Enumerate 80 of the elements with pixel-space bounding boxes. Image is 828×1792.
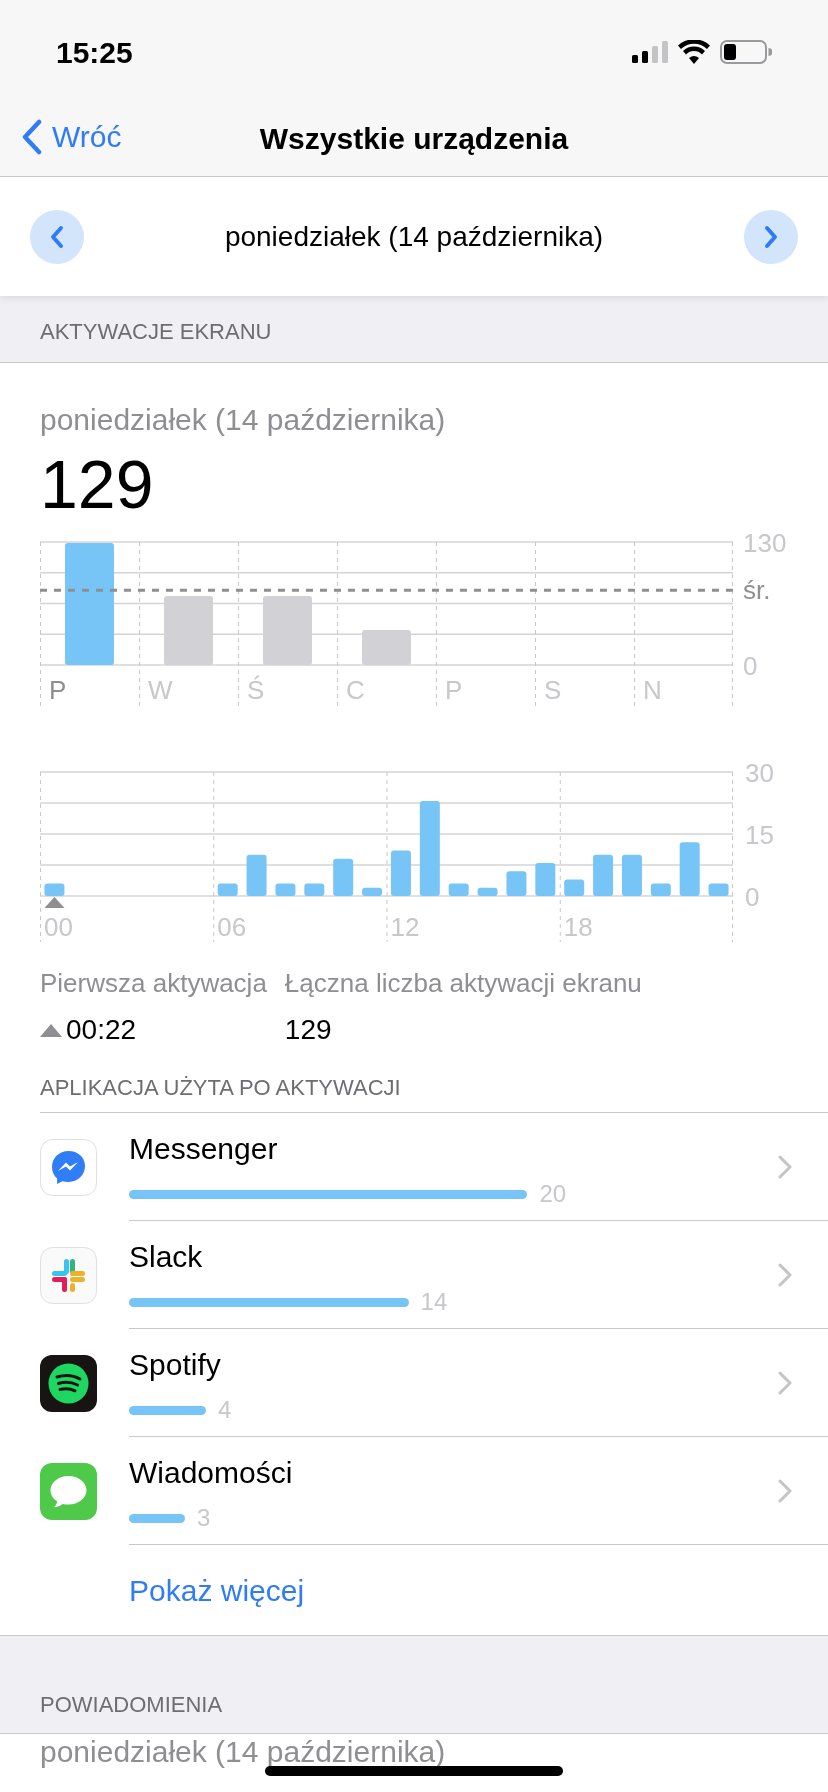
- day-label: S: [544, 675, 562, 705]
- app-name: Messenger: [129, 1131, 279, 1167]
- bar: [708, 883, 729, 896]
- nav-title: Wszystkie urządzenia: [259, 120, 569, 157]
- chevron-right-icon: [764, 224, 778, 249]
- status-time: 15:25: [56, 34, 133, 71]
- bar: [506, 871, 527, 896]
- stat-label: Pierwsza aktywacja: [40, 967, 267, 1000]
- chat-bubble-icon: [40, 1138, 97, 1196]
- average-label: śr.: [743, 575, 771, 606]
- chevron-icon: [778, 1262, 792, 1287]
- hour-label: 18: [563, 912, 593, 942]
- summary-date: poniedziałek (14 października): [40, 402, 447, 438]
- bar: [217, 883, 238, 896]
- bar: [246, 854, 267, 896]
- day-label: Ś: [247, 675, 265, 705]
- sound-waves-icon: [40, 1354, 97, 1412]
- app-name: Wiadomości: [129, 1455, 294, 1491]
- bar: [275, 883, 296, 896]
- axis-tick: 130: [743, 534, 787, 558]
- section-header: POWIADOMIENIA: [40, 1691, 223, 1719]
- bar: [564, 879, 585, 896]
- hour-label: 06: [217, 912, 247, 942]
- bar: [477, 887, 498, 896]
- section-header: AKTYWACJE EKRANU: [40, 318, 272, 346]
- app-row[interactable]: Messenger 20: [40, 1113, 828, 1221]
- show-more-link[interactable]: Pokaż więcej: [129, 1567, 305, 1613]
- bar: [448, 883, 469, 896]
- bar: [333, 858, 354, 896]
- stat-label: Łączna liczba aktywacji ekranu: [284, 967, 642, 1000]
- hash-icon: [40, 1246, 97, 1304]
- chevron-left-icon: [22, 118, 42, 155]
- day-label: P: [49, 675, 67, 705]
- usage-count: 3: [196, 1505, 211, 1531]
- total-count: 129: [40, 445, 155, 524]
- hour-label: 00: [44, 912, 73, 942]
- bar: [390, 850, 411, 896]
- app-row[interactable]: Slack 14: [40, 1221, 828, 1329]
- bar: [535, 862, 556, 896]
- axis-tick: 0: [743, 651, 758, 681]
- usage-count: 4: [217, 1397, 232, 1423]
- stat-value: 129: [284, 1013, 332, 1047]
- bar: [650, 883, 671, 896]
- bar: [362, 887, 383, 896]
- day-label: N: [643, 675, 662, 705]
- signal-icon: [632, 41, 668, 63]
- day-label: C: [346, 675, 365, 705]
- back-button[interactable]: Wróć: [22, 114, 122, 159]
- axis-tick: 15: [745, 820, 774, 850]
- chevron-icon: [778, 1478, 792, 1503]
- date-label: poniedziałek (14 października): [224, 219, 604, 254]
- app-row[interactable]: Wiadomości 3: [40, 1437, 828, 1545]
- previous-day-button[interactable]: [30, 209, 84, 264]
- axis-tick: 30: [745, 758, 774, 788]
- bar: [593, 854, 614, 896]
- axis-tick: 0: [745, 882, 760, 912]
- bar: [44, 883, 65, 896]
- stat-value: 00:22: [66, 1013, 137, 1047]
- hour-label: 12: [390, 912, 420, 942]
- app-name: Slack: [129, 1239, 204, 1275]
- section-header: APLIKACJA UŻYTA PO AKTYWACJI: [40, 1075, 401, 1100]
- wifi-icon: [678, 40, 710, 64]
- battery-icon: [720, 40, 772, 64]
- bar: [621, 854, 642, 896]
- bar: [304, 883, 325, 896]
- app-name: Spotify: [129, 1347, 222, 1383]
- triangle-marker-icon: [44, 897, 65, 908]
- day-label: P: [445, 675, 463, 705]
- chevron-left-icon: [50, 224, 64, 249]
- day-label: W: [148, 675, 173, 705]
- usage-count: 14: [420, 1289, 448, 1315]
- triangle-marker-icon: [40, 1023, 62, 1037]
- chevron-icon: [778, 1154, 792, 1179]
- next-day-button[interactable]: [744, 209, 798, 264]
- usage-count: 20: [539, 1181, 567, 1207]
- app-row[interactable]: Spotify 4: [40, 1329, 828, 1437]
- speech-bubble-icon: [40, 1462, 97, 1520]
- summary-date: poniedziałek (14 października): [40, 1735, 446, 1768]
- bar: [679, 842, 700, 896]
- chevron-icon: [778, 1370, 792, 1395]
